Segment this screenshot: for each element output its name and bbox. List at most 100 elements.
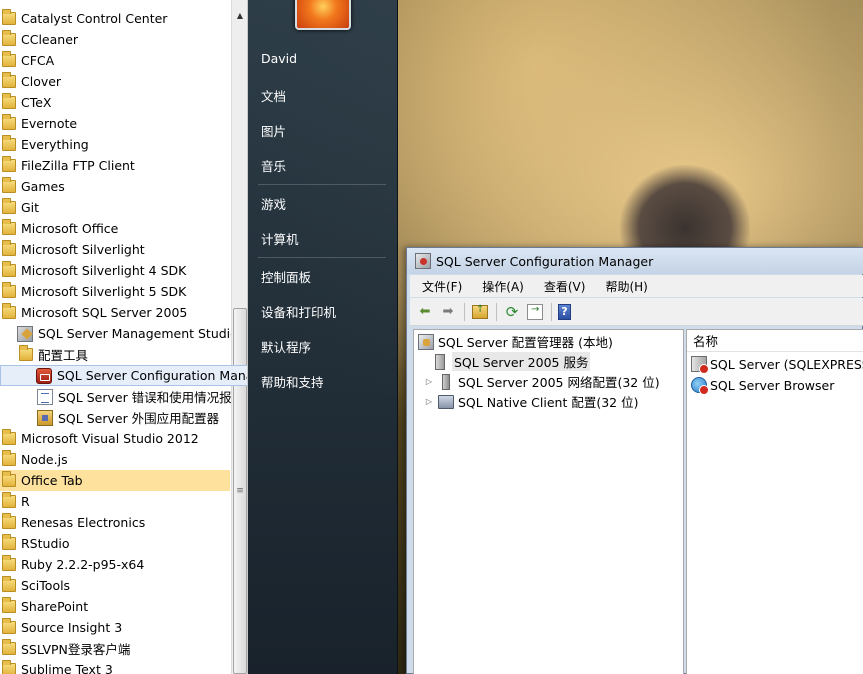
toolbar: ⬅ ➡ ⟳ ? <box>410 298 863 326</box>
help-support-link[interactable]: 帮助和支持 <box>261 372 324 391</box>
program-folder-evernote[interactable]: Evernote <box>0 113 232 134</box>
program-label: Office Tab <box>21 473 83 488</box>
programs-scrollbar[interactable]: ▲ ≡ <box>231 0 247 674</box>
games-link[interactable]: 游戏 <box>261 194 286 213</box>
program-label: 配置工具 <box>38 348 89 363</box>
program-folder-sublime[interactable]: Sublime Text 3 <box>0 659 232 674</box>
program-folder-clover[interactable]: Clover <box>0 71 232 92</box>
program-folder-filezilla[interactable]: FileZilla FTP Client <box>0 155 232 176</box>
program-folder-source-insight[interactable]: Source Insight 3 <box>0 617 232 638</box>
folder-icon <box>2 639 16 655</box>
program-folder-nodejs[interactable]: Node.js <box>0 449 232 470</box>
ssms-icon <box>17 325 33 342</box>
toolbar-separator <box>551 302 552 321</box>
folder-icon <box>2 198 16 214</box>
scroll-thumb[interactable]: ≡ <box>233 308 247 674</box>
program-folder-everything[interactable]: Everything <box>0 134 232 155</box>
program-error-report[interactable]: SQL Server 错误和使用情况报告 <box>0 386 232 407</box>
program-folder-renesas[interactable]: Renesas Electronics <box>0 512 232 533</box>
menu-help[interactable]: 帮助(H) <box>593 278 655 295</box>
folder-icon <box>2 219 16 235</box>
tree-root[interactable]: SQL Server 配置管理器 (本地) <box>418 332 613 351</box>
start-menu-programs-list: Catalyst Control Center CCleaner CFCA Cl… <box>0 0 248 674</box>
folder-icon <box>2 471 16 487</box>
documents-link[interactable]: 文档 <box>261 86 286 105</box>
server-tower-icon <box>435 353 445 370</box>
program-folder-config-tools[interactable]: 配置工具 <box>0 344 232 365</box>
scroll-up-arrow-icon[interactable]: ▲ <box>232 0 247 30</box>
error-report-icon <box>37 388 53 405</box>
program-folder-ctex[interactable]: CTeX <box>0 92 232 113</box>
program-folder-microsoft-office[interactable]: Microsoft Office <box>0 218 232 239</box>
folder-icon <box>2 534 16 550</box>
default-programs-link[interactable]: 默认程序 <box>261 337 311 356</box>
export-button[interactable] <box>526 303 544 321</box>
details-pane: 名称 SQL Server (SQLEXPRESS) SQL Server Br… <box>686 329 863 674</box>
program-folder-git[interactable]: Git <box>0 197 232 218</box>
program-folder-scitools[interactable]: SciTools <box>0 575 232 596</box>
program-folder-sql-server-2005[interactable]: Microsoft SQL Server 2005 <box>0 302 232 323</box>
folder-icon <box>19 345 33 361</box>
program-folder-r[interactable]: R <box>0 491 232 512</box>
list-item-sql-browser[interactable]: SQL Server Browser <box>691 377 834 395</box>
toolbar-separator <box>464 302 465 321</box>
program-folder-office-tab[interactable]: Office Tab <box>0 470 230 491</box>
tree-node-network-config[interactable]: ▷ SQL Server 2005 网络配置(32 位) <box>424 372 660 391</box>
program-label: Microsoft Silverlight 4 SDK <box>21 263 187 278</box>
program-label: Git <box>21 200 40 215</box>
menu-action[interactable]: 操作(A) <box>470 278 532 295</box>
program-label: R <box>21 494 30 509</box>
config-manager-root-icon <box>418 333 434 350</box>
program-folder-cfca[interactable]: CFCA <box>0 50 232 71</box>
program-folder-rstudio[interactable]: RStudio <box>0 533 232 554</box>
sql-browser-stopped-icon <box>691 377 709 395</box>
program-folder-sslvpn[interactable]: SSLVPN登录客户端 <box>0 638 232 659</box>
column-header-name[interactable]: 名称 <box>687 330 863 352</box>
help-button[interactable]: ? <box>558 303 576 321</box>
list-item-sql-server[interactable]: SQL Server (SQLEXPRESS) <box>691 356 863 374</box>
expand-arrow-icon[interactable]: ▷ <box>424 377 434 386</box>
program-label: Node.js <box>21 452 68 467</box>
program-label: Clover <box>21 74 62 89</box>
program-folder-silverlight-5-sdk[interactable]: Microsoft Silverlight 5 SDK <box>0 281 232 302</box>
config-manager-icon <box>415 253 431 269</box>
program-folder-ccleaner[interactable]: CCleaner <box>0 29 232 50</box>
program-ssms[interactable]: SQL Server Management Studio <box>0 323 232 344</box>
forward-arrow-icon[interactable]: ➡ <box>439 303 457 321</box>
program-label: Microsoft Silverlight <box>21 242 145 257</box>
program-folder-silverlight-4-sdk[interactable]: Microsoft Silverlight 4 SDK <box>0 260 232 281</box>
program-folder-catalyst[interactable]: Catalyst Control Center <box>0 8 232 29</box>
tree-node-label: SQL Server 2005 网络配置(32 位) <box>458 375 660 390</box>
user-name-link[interactable]: David <box>261 51 297 66</box>
tree-node-native-client[interactable]: ▷ SQL Native Client 配置(32 位) <box>424 392 638 411</box>
control-panel-link[interactable]: 控制面板 <box>261 267 311 286</box>
devices-printers-link[interactable]: 设备和打印机 <box>261 302 336 321</box>
user-avatar[interactable] <box>295 0 351 30</box>
menu-file[interactable]: 文件(F) <box>410 278 470 295</box>
program-folder-silverlight[interactable]: Microsoft Silverlight <box>0 239 232 260</box>
program-label: Games <box>21 179 65 194</box>
tree-node-services[interactable]: SQL Server 2005 服务 <box>432 352 591 371</box>
menu-view[interactable]: 查看(V) <box>532 278 594 295</box>
menu-bar: 文件(F) 操作(A) 查看(V) 帮助(H) <box>410 275 863 297</box>
program-folder-ruby[interactable]: Ruby 2.2.2-p95-x64 <box>0 554 232 575</box>
folder-icon <box>2 135 16 151</box>
back-arrow-icon[interactable]: ⬅ <box>416 303 434 321</box>
window-titlebar[interactable]: SQL Server Configuration Manager <box>407 248 863 274</box>
refresh-icon[interactable]: ⟳ <box>503 303 521 321</box>
program-label: CCleaner <box>21 32 79 47</box>
up-folder-icon <box>472 304 488 319</box>
program-folder-visual-studio[interactable]: Microsoft Visual Studio 2012 <box>0 428 232 449</box>
expand-arrow-icon[interactable]: ▷ <box>424 397 434 406</box>
program-folder-games[interactable]: Games <box>0 176 232 197</box>
separator <box>258 184 386 185</box>
up-folder-button[interactable] <box>471 303 489 321</box>
computer-link[interactable]: 计算机 <box>261 229 299 248</box>
program-sql-config-manager[interactable]: SQL Server Configuration Manager <box>0 365 247 386</box>
tree-node-label: SQL Server 2005 服务 <box>452 352 591 371</box>
program-folder-sharepoint[interactable]: SharePoint <box>0 596 232 617</box>
music-link[interactable]: 音乐 <box>261 156 286 175</box>
program-surface-area-config[interactable]: SQL Server 外围应用配置器 <box>0 407 232 428</box>
pictures-link[interactable]: 图片 <box>261 121 286 140</box>
toolbar-separator <box>496 302 497 321</box>
